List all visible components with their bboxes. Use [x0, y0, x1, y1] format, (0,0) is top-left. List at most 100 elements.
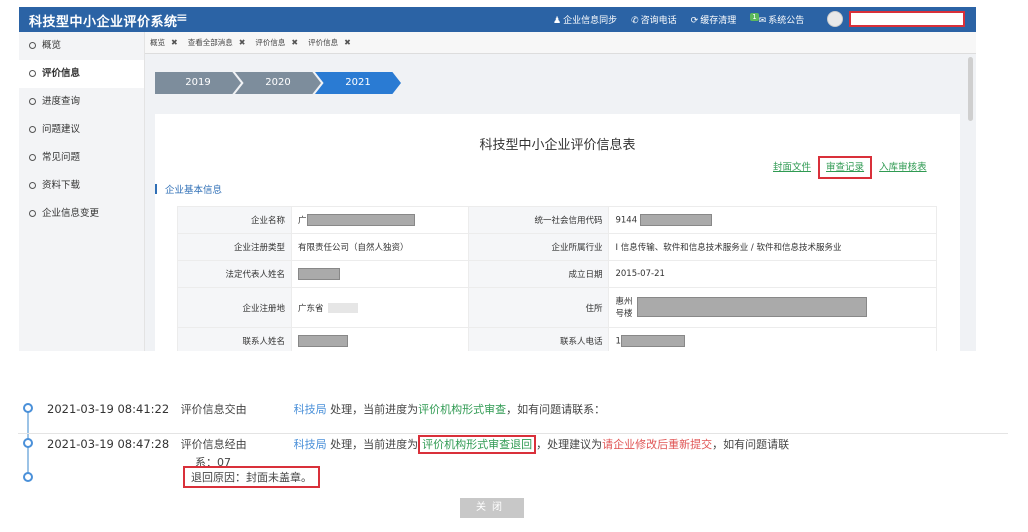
address-label: 住所	[468, 287, 610, 328]
refresh-icon: ⟳	[690, 16, 699, 26]
close-icon[interactable]: ✖	[239, 38, 246, 47]
redaction-block	[639, 214, 712, 226]
page-title: 科技型中小企业评价信息表	[479, 138, 636, 153]
table-row: 企业注册类型 有限责任公司（自然人独资） 企业所属行业 I 信息传输、软件和信息…	[177, 233, 937, 261]
entry-org: 科技局	[293, 438, 327, 451]
mail-icon: ✉	[758, 16, 767, 26]
legal-rep-label: 法定代表人姓名	[177, 260, 292, 288]
circle-icon	[29, 98, 36, 105]
phone-icon: ✆	[631, 16, 639, 26]
contact-name-value	[290, 327, 470, 351]
close-icon[interactable]: ✖	[171, 38, 178, 47]
notice-badge: 1	[750, 13, 759, 21]
year-step-2021[interactable]: 2021	[315, 72, 401, 94]
cache-link[interactable]: ⟳ 缓存清理	[691, 13, 737, 26]
redaction-block	[298, 335, 348, 347]
avatar[interactable]	[827, 11, 843, 27]
close-button[interactable]: 关闭	[460, 498, 524, 518]
reg-type-value: 有限责任公司（自然人独资）	[290, 233, 470, 261]
industry-label: 企业所属行业	[468, 233, 610, 261]
return-reason: 退回原因：封面未盖章。	[183, 466, 320, 488]
section-bar-icon	[155, 184, 157, 194]
notice-link[interactable]: 1 ✉ 系统公告	[750, 13, 804, 26]
entry-org: 科技局	[293, 403, 327, 416]
sidebar-item-company-change[interactable]: 企业信息变更	[19, 200, 144, 228]
app-screenshot: 科技型中小企业评价系统 ≡ ♟ 企业信息同步 ✆ 咨询电话 ⟳ 缓存清理 1 ✉ 系统公告…	[19, 7, 976, 351]
top-links: ♟ 企业信息同步 ✆ 咨询电话 ⟳ 缓存清理 1 ✉ 系统公告	[553, 13, 804, 26]
close-icon[interactable]: ✖	[344, 38, 351, 47]
sidebar-item-evaluation[interactable]: 评价信息	[19, 60, 144, 88]
company-name-label: 企业名称	[177, 206, 292, 234]
year-steps: 2019 2020 2021	[155, 72, 401, 94]
redaction-block	[620, 335, 685, 347]
company-name-value: 广	[290, 206, 470, 234]
entry-stage-returned: 评价机构形式审查退回	[418, 435, 537, 454]
company-info-table: 企业名称 广 统一社会信用代码 9144 企业注册类型 有限责任公司（自然人独资…	[177, 206, 937, 351]
circle-icon	[29, 182, 36, 189]
divider	[18, 433, 1008, 434]
redaction-block	[637, 296, 868, 317]
app-title: 科技型中小企业评价系统	[29, 15, 178, 30]
timeline-dot-icon	[23, 438, 33, 448]
entry-time: 2021-03-19 08:41:22	[47, 402, 170, 416]
review-record-dialog: 2021-03-19 08:41:22 评价信息交由 科技局 处理，当前进度为评…	[0, 352, 1028, 532]
table-row: 联系人姓名 联系人电话 1	[177, 327, 937, 351]
warehouse-review-link[interactable]: 入库审核表	[879, 162, 927, 173]
founded-date-label: 成立日期	[468, 260, 610, 288]
reg-place-value: 广东省	[290, 287, 470, 328]
entry-time: 2021-03-19 08:47:28	[47, 437, 170, 451]
timeline-entry: 2021-03-19 08:47:28 评价信息经由 科技局 处理，当前进度为评…	[47, 435, 789, 454]
timeline-dot-icon	[23, 403, 33, 413]
tab-overview[interactable]: 概览 ✖	[145, 37, 183, 48]
blur-block	[327, 303, 358, 313]
circle-icon	[29, 42, 36, 49]
redaction-block	[306, 214, 415, 227]
info-panel: 科技型中小企业评价信息表 封面文件 审查记录 入库审核表 企业基本信息 企业名称…	[155, 114, 960, 351]
contact-name-label: 联系人姓名	[177, 327, 292, 351]
cover-file-link[interactable]: 封面文件	[773, 162, 811, 173]
founded-date-value: 2015-07-21	[608, 260, 937, 288]
table-row: 企业名称 广 统一社会信用代码 9144	[177, 206, 937, 234]
user-icon: ♟	[553, 16, 562, 26]
year-step-2020[interactable]: 2020	[235, 72, 321, 94]
sidebar-item-faq[interactable]: 常见问题	[19, 144, 144, 172]
timeline-entry: 2021-03-19 08:41:22 评价信息交由 科技局 处理，当前进度为评…	[47, 402, 606, 416]
sidebar-item-downloads[interactable]: 资料下载	[19, 172, 144, 200]
table-row: 法定代表人姓名 成立日期 2015-07-21	[177, 260, 937, 288]
section-heading: 企业基本信息	[155, 182, 222, 196]
table-row: 企业注册地 广东省 住所 惠州 号楼	[177, 287, 937, 328]
phone-link[interactable]: ✆ 咨询电话	[631, 13, 677, 26]
timeline-end-icon	[23, 472, 33, 482]
sidebar-item-overview[interactable]: 概览	[19, 32, 144, 60]
entry-stage: 评价机构形式审查	[418, 403, 507, 416]
circle-icon	[29, 70, 36, 77]
tab-evaluation-2[interactable]: 评价信息 ✖	[303, 37, 356, 48]
reg-place-label: 企业注册地	[177, 287, 292, 328]
review-record-link[interactable]: 审查记录	[818, 156, 873, 179]
credit-code-label: 统一社会信用代码	[468, 206, 610, 234]
user-name-redacted[interactable]	[849, 11, 965, 27]
reg-type-label: 企业注册类型	[177, 233, 292, 261]
industry-value: I 信息传输、软件和信息技术服务业 / 软件和信息技术服务业	[608, 233, 937, 261]
entry-suggestion: 请企业修改后重新提交	[602, 438, 713, 451]
credit-code-value: 9144	[608, 206, 937, 234]
circle-icon	[29, 210, 36, 217]
top-bar: 科技型中小企业评价系统 ≡ ♟ 企业信息同步 ✆ 咨询电话 ⟳ 缓存清理 1 ✉ 系统公告	[19, 7, 976, 32]
panel-links: 封面文件 审查记录 入库审核表	[773, 156, 927, 179]
sidebar: 概览 评价信息 进度查询 问题建议 常见问题 资料下载 企业信息变更	[19, 32, 145, 351]
year-step-2019[interactable]: 2019	[155, 72, 241, 94]
legal-rep-value	[290, 260, 470, 288]
tab-all-messages[interactable]: 查看全部消息 ✖	[183, 37, 251, 48]
redaction-block	[298, 268, 340, 280]
sync-link[interactable]: ♟ 企业信息同步	[553, 13, 617, 26]
menu-toggle-icon[interactable]: ≡	[176, 10, 188, 26]
contact-phone-label: 联系人电话	[468, 327, 610, 351]
circle-icon	[29, 154, 36, 161]
tab-bar: 概览 ✖ 查看全部消息 ✖ 评价信息 ✖ 评价信息 ✖	[145, 32, 976, 54]
sidebar-item-suggestions[interactable]: 问题建议	[19, 116, 144, 144]
sidebar-item-progress[interactable]: 进度查询	[19, 88, 144, 116]
address-value: 惠州 号楼	[608, 287, 937, 328]
tab-evaluation[interactable]: 评价信息 ✖	[250, 37, 303, 48]
close-icon[interactable]: ✖	[291, 38, 298, 47]
scrollbar[interactable]	[968, 57, 973, 121]
